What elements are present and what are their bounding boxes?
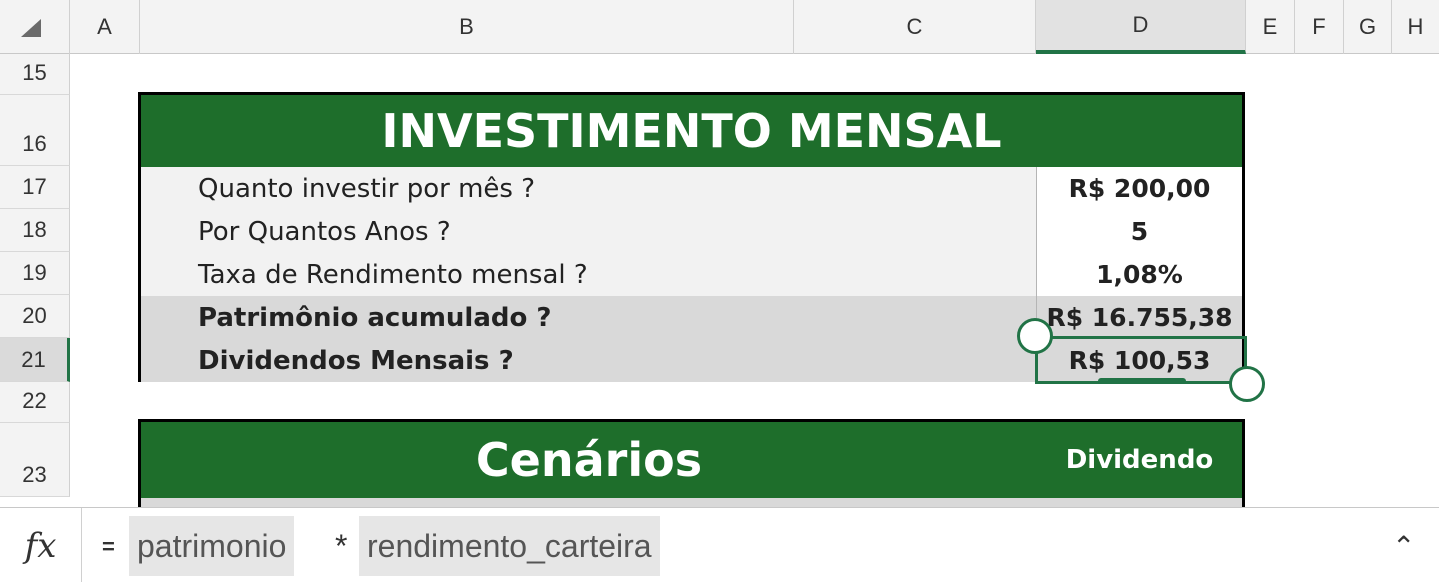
column-header-bar: A B C D E F G H	[0, 0, 1439, 54]
accumulated-equity-value[interactable]: R$ 16.755,38	[1037, 296, 1242, 339]
monthly-rate-label[interactable]: Taxa de Rendimento mensal ?	[141, 253, 1037, 296]
active-cell-outline	[1035, 336, 1247, 384]
column-header-e[interactable]: E	[1246, 0, 1295, 54]
dividend-column-label[interactable]: Dividendo	[1037, 422, 1242, 498]
select-all-button[interactable]	[0, 0, 70, 54]
column-header-b[interactable]: B	[140, 0, 794, 54]
table-row: Quanto investir por mês ? R$ 200,00	[141, 167, 1242, 210]
accumulated-equity-label[interactable]: Patrimônio acumulado ?	[141, 296, 1037, 339]
function-icon[interactable]: fx	[0, 508, 82, 582]
selection-end-handle[interactable]	[1229, 366, 1265, 402]
row-header-23[interactable]: 23	[0, 423, 70, 497]
monthly-dividends-label[interactable]: Dividendos Mensais ?	[141, 339, 1037, 382]
column-header-d[interactable]: D	[1036, 0, 1246, 54]
scenarios-table: Cenários Dividendo	[138, 419, 1245, 519]
column-header-f[interactable]: F	[1295, 0, 1344, 54]
row-header-21[interactable]: 21	[0, 338, 70, 382]
row-header-22[interactable]: 22	[0, 382, 70, 423]
row-header-17[interactable]: 17	[0, 166, 70, 209]
chevron-up-icon[interactable]: ⌃	[1392, 530, 1415, 563]
row-header-19[interactable]: 19	[0, 252, 70, 295]
formula-equals: =	[102, 534, 115, 559]
scenarios-title[interactable]: Cenários	[141, 422, 1037, 498]
formula-operator: *	[335, 528, 348, 564]
monthly-investment-value[interactable]: R$ 200,00	[1037, 167, 1242, 210]
select-all-icon	[21, 19, 41, 37]
table-row: Por Quantos Anos ? 5	[141, 210, 1242, 253]
selection-start-handle[interactable]	[1017, 318, 1053, 354]
column-header-h[interactable]: H	[1392, 0, 1439, 54]
years-label[interactable]: Por Quantos Anos ?	[141, 210, 1037, 253]
table-row: Taxa de Rendimento mensal ? 1,08%	[141, 253, 1242, 296]
column-header-c[interactable]: C	[794, 0, 1036, 54]
monthly-investment-label[interactable]: Quanto investir por mês ?	[141, 167, 1037, 210]
formula-token-rendimento[interactable]: rendimento_carteira	[359, 516, 660, 576]
years-value[interactable]: 5	[1037, 210, 1242, 253]
formula-bar: fx = patrimonio * rendimento_carteira ⌃	[0, 507, 1439, 582]
table-row: Patrimônio acumulado ? R$ 16.755,38	[141, 296, 1242, 339]
row-header-18[interactable]: 18	[0, 209, 70, 252]
investment-table-title[interactable]: INVESTIMENTO MENSAL	[141, 95, 1242, 167]
column-header-g[interactable]: G	[1344, 0, 1392, 54]
formula-token-patrimonio[interactable]: patrimonio	[129, 516, 295, 576]
row-header-16[interactable]: 16	[0, 95, 70, 166]
row-header-15[interactable]: 15	[0, 54, 70, 95]
monthly-rate-value[interactable]: 1,08%	[1037, 253, 1242, 296]
row-header-20[interactable]: 20	[0, 295, 70, 338]
selection-fill-bar	[1098, 378, 1186, 384]
column-header-a[interactable]: A	[70, 0, 140, 54]
